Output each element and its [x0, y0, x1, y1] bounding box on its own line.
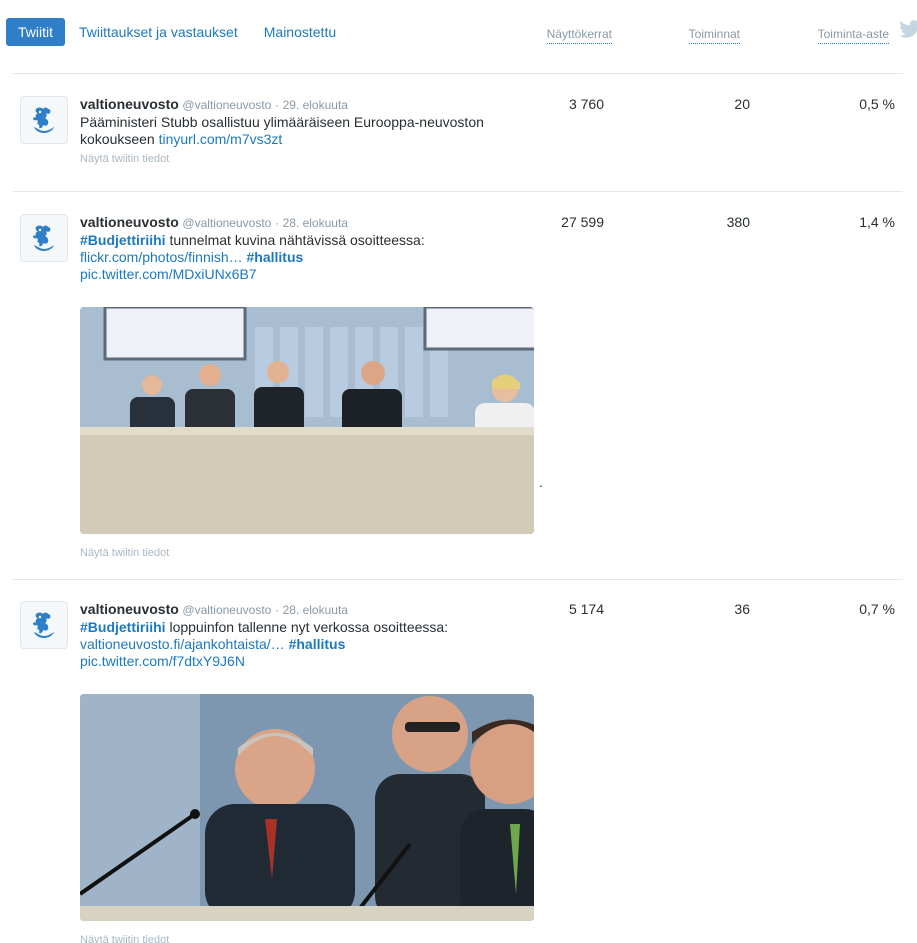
tweet-date[interactable]: 29. elokuuta: [283, 98, 348, 112]
text-segment: loppuinfon tallenne nyt verkossa osoitte…: [165, 619, 449, 635]
tweet-link[interactable]: valtioneuvosto.fi/ajankohtaista/…: [80, 636, 285, 652]
tweet-link[interactable]: tinyurl.com/m7vs3zt: [159, 131, 283, 147]
lion-coat-of-arms-icon: [33, 225, 54, 251]
lion-coat-of-arms-icon: [33, 107, 54, 133]
avatar[interactable]: [20, 601, 68, 649]
twitter-bird-icon: [899, 20, 917, 38]
view-tweet-details-link[interactable]: Näytä twiitin tiedot: [80, 153, 540, 165]
tweet-date[interactable]: 28. elokuuta: [283, 216, 348, 230]
impressions-value: 27 599: [561, 214, 604, 230]
tab-bar: Twiitit Twiittaukset ja vastaukset Maino…: [6, 18, 362, 46]
tweet-link[interactable]: flickr.com/photos/finnish…: [80, 249, 243, 265]
author-handle[interactable]: @valtioneuvosto: [182, 603, 271, 617]
pic-link[interactable]: pic.twitter.com/f7dtxY9J6N: [80, 653, 245, 669]
hashtag-link[interactable]: #hallitus: [289, 636, 346, 652]
separator: ·: [274, 98, 279, 112]
avatar[interactable]: [20, 214, 68, 262]
tab-promoted[interactable]: Mainostettu: [264, 18, 336, 46]
author-handle[interactable]: @valtioneuvosto: [182, 98, 271, 112]
stray-mark: .: [539, 474, 543, 490]
hashtag-link[interactable]: #Budjettiriihi: [80, 619, 166, 635]
divider: [13, 579, 903, 580]
tweet-text: #Budjettiriihi loppuinfon tallenne nyt v…: [80, 619, 540, 670]
separator: ·: [274, 603, 279, 617]
tweet-header: valtioneuvosto @valtioneuvosto · 28. elo…: [80, 601, 540, 618]
view-tweet-details-link[interactable]: Näytä twiitin tiedot: [80, 547, 169, 559]
separator: ·: [274, 216, 279, 230]
tweet-header: valtioneuvosto @valtioneuvosto · 29. elo…: [80, 96, 540, 113]
engagements-value: 380: [726, 214, 750, 230]
author-handle[interactable]: @valtioneuvosto: [182, 216, 271, 230]
header-impressions[interactable]: Näyttökerrat: [546, 27, 612, 44]
pic-link[interactable]: pic.twitter.com/MDxiUNx6B7: [80, 266, 257, 282]
tweet-header: valtioneuvosto @valtioneuvosto · 28. elo…: [80, 214, 540, 231]
tweet-content: valtioneuvosto @valtioneuvosto · 29. elo…: [80, 96, 540, 165]
tweet-photo[interactable]: [80, 694, 534, 921]
engagements-value: 36: [734, 601, 750, 617]
engagement-rate-value: 0,5 %: [859, 96, 895, 112]
engagement-rate-value: 1,4 %: [859, 214, 895, 230]
author-name[interactable]: valtioneuvosto: [80, 214, 179, 230]
avatar[interactable]: [20, 96, 68, 144]
lion-coat-of-arms-icon: [33, 612, 54, 638]
text-segment: tunnelmat kuvina nähtävissä osoitteessa:: [165, 232, 425, 248]
view-tweet-details-link[interactable]: Näytä twiitin tiedot: [80, 934, 169, 943]
hashtag-link[interactable]: #Budjettiriihi: [80, 232, 166, 248]
tweet-photo[interactable]: [80, 307, 534, 534]
impressions-value: 5 174: [568, 601, 604, 617]
tweet-date[interactable]: 28. elokuuta: [283, 603, 348, 617]
author-name[interactable]: valtioneuvosto: [80, 96, 179, 112]
press-conference-photo: [80, 307, 534, 534]
engagements-value: 20: [734, 96, 750, 112]
author-name[interactable]: valtioneuvosto: [80, 601, 179, 617]
tab-tweets[interactable]: Twiitit: [6, 18, 65, 46]
tweet-text: #Budjettiriihi tunnelmat kuvina nähtävis…: [80, 232, 540, 283]
header-engagement-rate[interactable]: Toiminta-aste: [817, 27, 889, 44]
hashtag-link[interactable]: #hallitus: [247, 249, 304, 265]
tab-tweets-and-replies[interactable]: Twiittaukset ja vastaukset: [79, 18, 238, 46]
press-conference-closeup-photo: [80, 694, 534, 921]
divider: [13, 73, 903, 74]
tweet-text: Pääministeri Stubb osallistuu ylimääräis…: [80, 114, 540, 148]
engagement-rate-value: 0,7 %: [859, 601, 895, 617]
header-engagements[interactable]: Toiminnat: [688, 27, 740, 44]
tweet-content: valtioneuvosto @valtioneuvosto · 28. elo…: [80, 214, 540, 283]
impressions-value: 3 760: [568, 96, 604, 112]
tweet-content: valtioneuvosto @valtioneuvosto · 28. elo…: [80, 601, 540, 670]
divider: [13, 191, 903, 192]
